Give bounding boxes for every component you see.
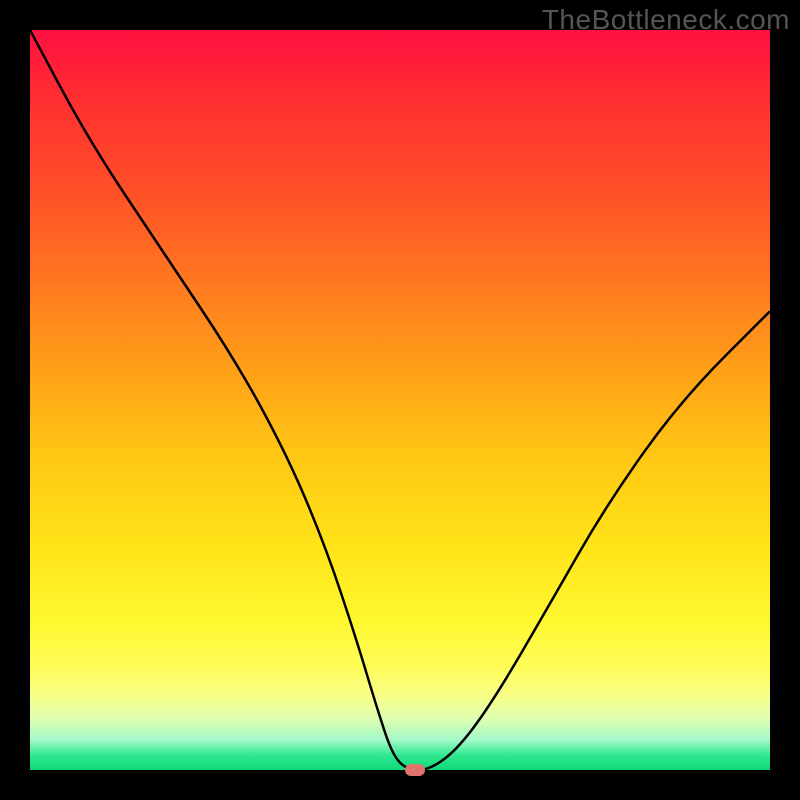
optimal-point-marker xyxy=(405,764,425,776)
chart-plot-area xyxy=(30,30,770,770)
watermark-text: TheBottleneck.com xyxy=(542,4,790,36)
bottleneck-curve xyxy=(30,30,770,770)
